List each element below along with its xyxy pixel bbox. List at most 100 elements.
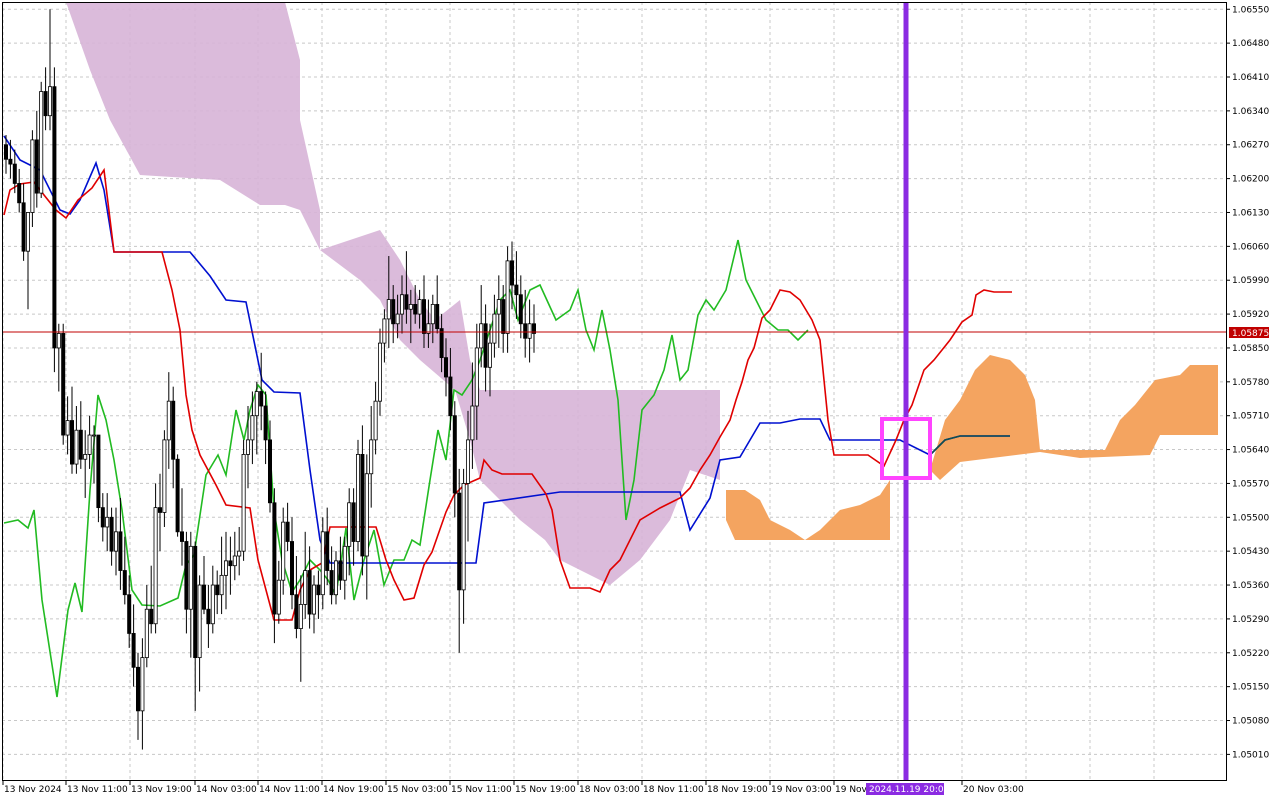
candle-bear bbox=[452, 415, 457, 494]
candle-bear bbox=[135, 666, 140, 712]
candle-bear bbox=[518, 294, 523, 325]
candle-bear bbox=[171, 400, 176, 460]
candle-bear bbox=[514, 284, 519, 296]
price-tick-label: 1.06340 bbox=[1232, 107, 1269, 117]
price-tick-label: 1.05080 bbox=[1232, 717, 1269, 727]
candle-bull bbox=[144, 608, 149, 659]
candle-bull bbox=[105, 516, 110, 528]
candle-bull bbox=[496, 299, 501, 315]
candle-bear bbox=[404, 294, 409, 310]
candle-bull bbox=[237, 550, 242, 557]
candle-bull bbox=[92, 434, 97, 437]
candle-bull bbox=[25, 212, 30, 252]
candle-bull bbox=[210, 584, 215, 625]
candle-bull bbox=[65, 420, 70, 436]
candle-bear bbox=[289, 541, 294, 596]
candle-bear bbox=[259, 391, 264, 407]
time-tick-label: 15 Nov 11:00 bbox=[451, 785, 512, 795]
candle-bull bbox=[347, 502, 352, 547]
time-tick-label: 13 Nov 19:00 bbox=[131, 785, 192, 795]
candle-bear bbox=[201, 584, 206, 610]
candle-bear bbox=[272, 502, 277, 615]
candle-bear bbox=[206, 608, 211, 625]
candle-bear bbox=[338, 560, 343, 581]
candle-bull bbox=[311, 584, 316, 615]
candle-bull bbox=[430, 304, 435, 325]
candle-bull bbox=[56, 333, 61, 349]
candle-bull bbox=[417, 299, 422, 315]
candle-bear bbox=[435, 304, 440, 329]
candle-bull bbox=[74, 429, 79, 465]
candle-bear bbox=[149, 608, 154, 625]
candle-bear bbox=[179, 531, 184, 542]
candle-bear bbox=[70, 420, 75, 465]
candle-bull bbox=[479, 323, 484, 349]
price-tick-label: 1.05360 bbox=[1232, 581, 1269, 591]
price-tick-label: 1.05710 bbox=[1232, 412, 1269, 422]
candle-bull bbox=[395, 313, 400, 325]
time-tick-label: 14 Nov 19:00 bbox=[323, 785, 384, 795]
candle-bull bbox=[333, 560, 338, 596]
candle-bear bbox=[267, 439, 272, 504]
candle-bull bbox=[369, 439, 374, 475]
candle-bear bbox=[43, 91, 48, 117]
price-tick-label: 1.06550 bbox=[1232, 5, 1269, 15]
candle-bull bbox=[373, 400, 378, 441]
price-tick-label: 1.05920 bbox=[1232, 310, 1269, 320]
candle-bull bbox=[166, 400, 171, 441]
candle-bear bbox=[157, 507, 162, 513]
candle-bear bbox=[61, 333, 66, 436]
candle-bear bbox=[100, 507, 105, 528]
candle-bull bbox=[219, 574, 224, 596]
candle-bear bbox=[193, 545, 198, 659]
candle-bear bbox=[131, 633, 136, 668]
price-tick-label: 1.06200 bbox=[1232, 175, 1269, 185]
candle-bear bbox=[421, 299, 426, 334]
price-tick-label: 1.05500 bbox=[1232, 513, 1269, 523]
candle-bear bbox=[175, 458, 180, 533]
candle-bear bbox=[8, 158, 13, 165]
time-tick-label: 13 Nov 11:00 bbox=[67, 785, 128, 795]
time-tick-label: 18 Nov 11:00 bbox=[643, 785, 704, 795]
candle-bull bbox=[87, 434, 92, 455]
candle-bull bbox=[355, 454, 360, 542]
candle-bull bbox=[83, 454, 88, 460]
candle-bear bbox=[316, 584, 321, 596]
candle-bull bbox=[465, 439, 470, 484]
price-tick-label: 1.06410 bbox=[1232, 73, 1269, 83]
candle-bear bbox=[228, 560, 233, 567]
candle-bear bbox=[263, 405, 268, 441]
candle-bull bbox=[377, 342, 382, 402]
candle-bear bbox=[12, 163, 17, 184]
candle-bear bbox=[360, 454, 365, 557]
candle-bear bbox=[294, 594, 299, 629]
current-price-tag: 1.05875 bbox=[1229, 327, 1269, 339]
time-marker-label: 2024.11.19 20:00 bbox=[869, 785, 950, 795]
time-marker-tag: 2024.11.19 20:00 bbox=[866, 783, 950, 795]
candle-bear bbox=[413, 304, 418, 315]
candle-bear bbox=[307, 570, 312, 615]
candle-bull bbox=[342, 545, 347, 581]
candle-bear bbox=[118, 531, 123, 571]
candle-bull bbox=[241, 454, 246, 552]
time-tick-label: 18 Nov 03:00 bbox=[579, 785, 640, 795]
candle-bear bbox=[325, 531, 330, 571]
candle-bear bbox=[34, 139, 39, 194]
price-tick-label: 1.06060 bbox=[1232, 242, 1269, 252]
candle-bear bbox=[443, 357, 448, 378]
candle-bull bbox=[30, 139, 35, 213]
candle-bull bbox=[527, 323, 532, 339]
time-tick-label: 14 Nov 11:00 bbox=[259, 785, 320, 795]
price-tick-label: 1.05990 bbox=[1232, 276, 1269, 286]
candle-bull bbox=[470, 405, 475, 441]
price-tick-label: 1.06270 bbox=[1232, 141, 1269, 151]
candle-bull bbox=[364, 473, 369, 557]
candle-bull bbox=[461, 483, 466, 591]
candle-bear bbox=[109, 516, 114, 552]
candle-bull bbox=[382, 318, 387, 344]
candle-bull bbox=[320, 531, 325, 596]
time-tick-label: 13 Nov 2024 bbox=[4, 785, 62, 795]
candle-bull bbox=[39, 91, 44, 194]
candle-bull bbox=[474, 347, 479, 407]
candle-bull bbox=[245, 439, 250, 455]
